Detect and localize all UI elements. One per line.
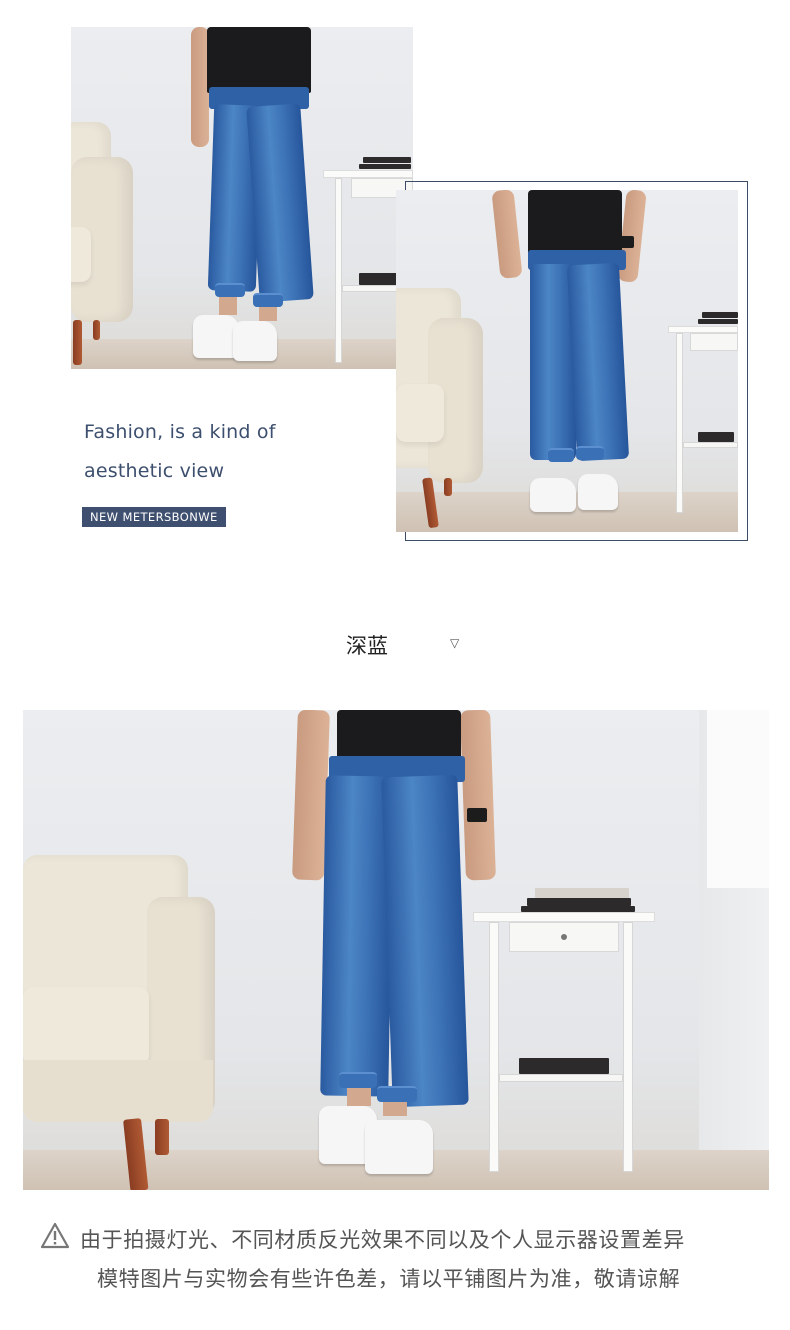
model-figure [189,27,319,369]
tagline-line-1: Fashion, is a kind of [84,421,276,443]
warning-icon [40,1222,70,1249]
color-name-label: 深蓝 [346,634,388,658]
model-figure [491,190,647,520]
notice-line-1: 由于拍摄灯光、不同材质反光效果不同以及个人显示器设置差异 [80,1228,685,1252]
armchair [71,122,141,369]
armchair [396,288,486,529]
model-photo-top-right [396,190,738,532]
tagline-line-2: aesthetic view [84,460,225,482]
model-photo-main [23,710,769,1190]
brand-badge: NEW METERSBONWE [82,507,226,527]
model-figure [292,710,505,1180]
model-photo-top-left [71,27,413,369]
armchair [23,855,223,1190]
chevron-down-icon: ▽ [450,636,460,650]
notice-line-2: 模特图片与实物会有些许色差，请以平铺图片为准，敬请谅解 [97,1267,681,1291]
side-table [668,312,738,513]
window-light [707,710,769,888]
